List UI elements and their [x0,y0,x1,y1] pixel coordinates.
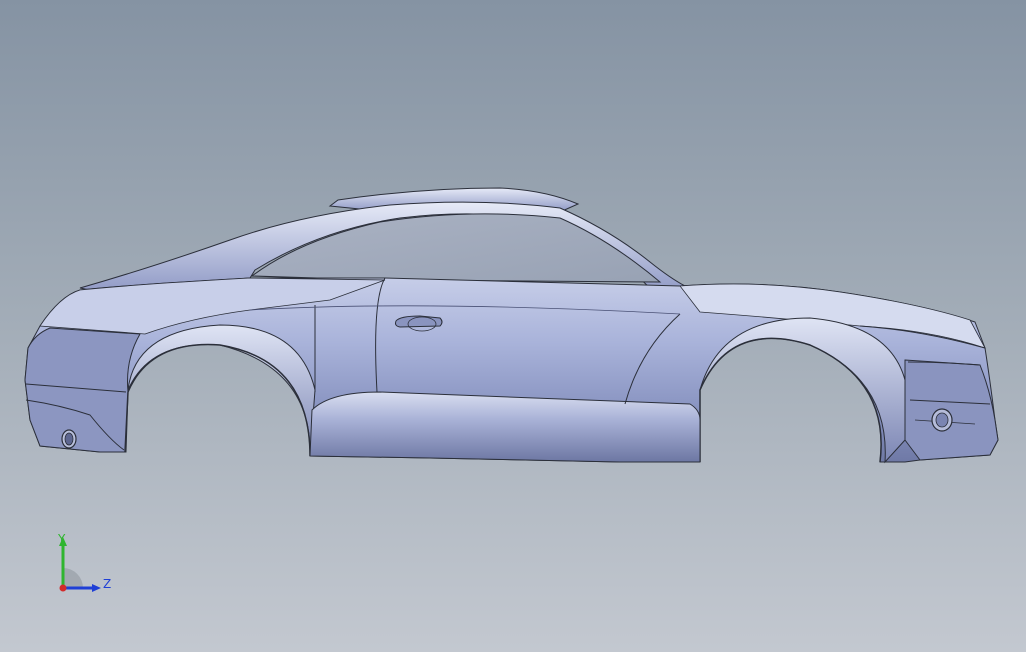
car-body-model[interactable] [0,0,1026,652]
rear-fascia [24,327,141,453]
x-axis-origin [59,584,67,592]
rocker-panel [309,391,701,463]
front-fascia [904,359,999,461]
view-orientation-triad: Y Z [48,530,120,600]
graphics-viewport[interactable]: Y Z [0,0,1026,652]
y-axis-label: Y [57,532,66,546]
z-axis-label: Z [103,577,111,591]
